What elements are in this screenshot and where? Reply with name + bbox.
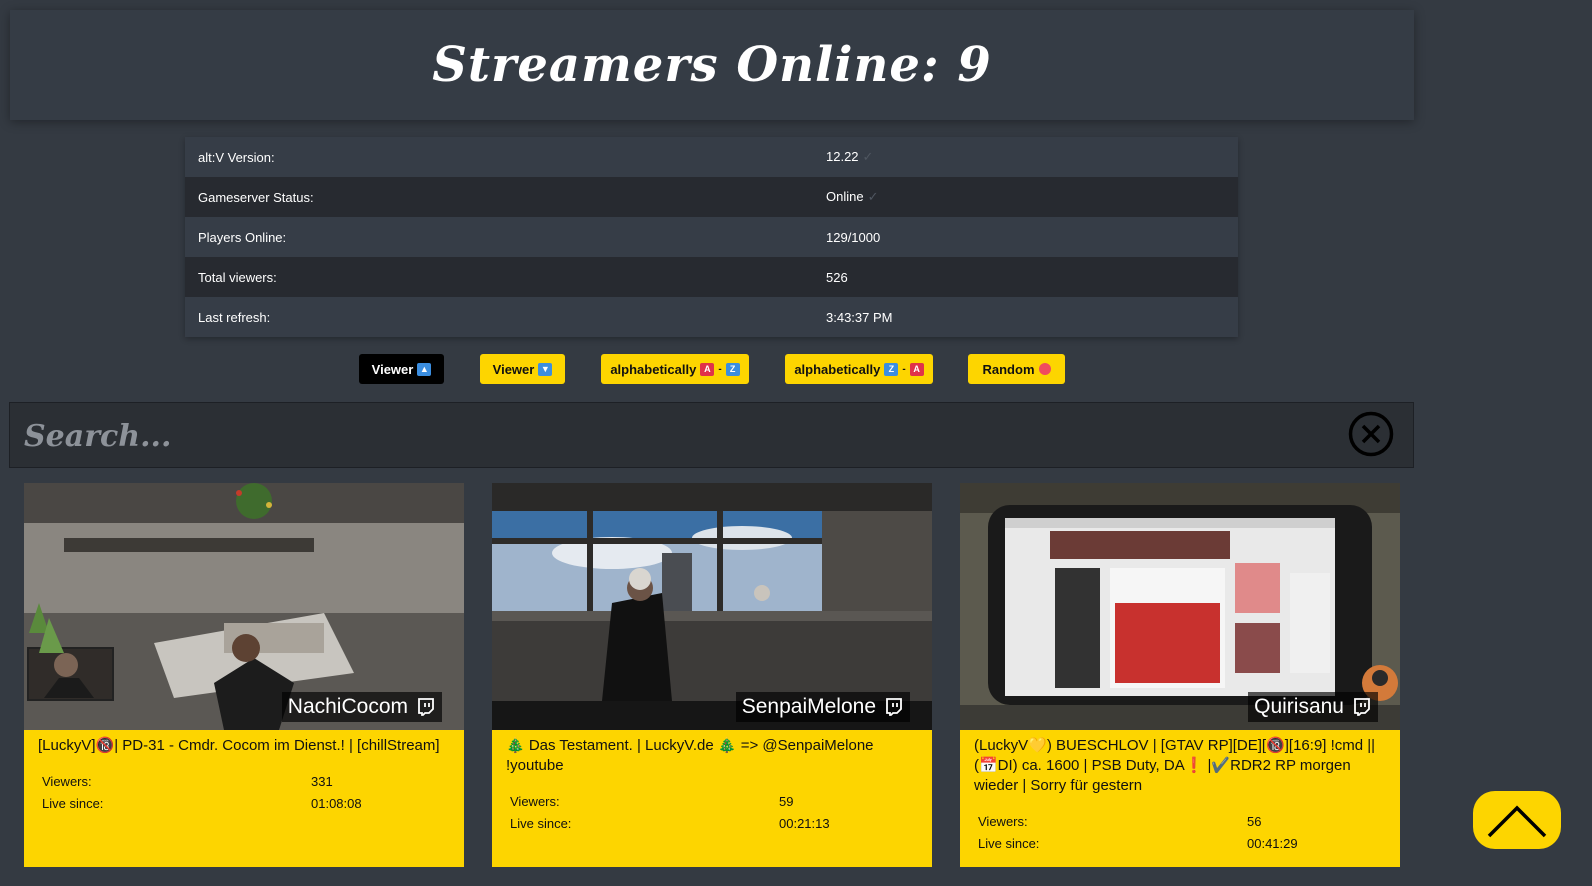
search-bar	[9, 402, 1414, 468]
stream-stats: Viewers: 56 Live since: 00:41:29	[960, 796, 1400, 854]
stream-card[interactable]: Quirisanu (LuckyV💛) BUESCHLOV | [GTAV RP…	[960, 483, 1400, 867]
letter-a-icon: A	[909, 362, 924, 376]
header: Streamers Online: 9	[10, 10, 1414, 120]
search-input[interactable]	[22, 411, 1326, 461]
page-title: Streamers Online: 9	[432, 37, 992, 93]
viewers-label: Viewers:	[978, 813, 1028, 829]
streamer-name: SenpaiMelone	[741, 695, 876, 718]
sort-viewer-desc-button[interactable]: Viewer ▼	[480, 354, 565, 384]
info-label: Players Online:	[198, 229, 287, 245]
chevron-up-icon	[1487, 805, 1547, 838]
info-value: 526	[826, 269, 848, 285]
arrow-down-icon: ▼	[538, 362, 553, 376]
twitch-icon	[1354, 698, 1370, 716]
sort-alpha-za-button[interactable]: alphabetically Z - A	[785, 354, 933, 384]
stream-card[interactable]: NachiCocom [LuckyV]🔞| PD-31 - Cmdr. Coco…	[24, 483, 464, 867]
letter-z-icon: Z	[725, 362, 740, 376]
viewers-label: Viewers:	[510, 793, 560, 809]
live-since-value: 01:08:08	[311, 795, 362, 811]
info-label: Gameserver Status:	[198, 189, 314, 205]
info-value: 12.22 ✓	[826, 149, 874, 164]
letter-z-icon: Z	[884, 362, 899, 376]
info-row-refresh: Last refresh: 3:43:37 PM	[185, 297, 1238, 337]
viewers-label: Viewers:	[42, 773, 92, 789]
button-label: Viewer	[371, 361, 414, 377]
stream-thumbnail[interactable]: SenpaiMelone	[492, 483, 932, 730]
stream-thumbnail[interactable]: Quirisanu	[960, 483, 1400, 730]
live-since-label: Live since:	[510, 815, 572, 831]
streamer-name-tag[interactable]: SenpaiMelone	[735, 692, 910, 722]
stream-title: (LuckyV💛) BUESCHLOV | [GTAV RP][DE][🔞][1…	[974, 737, 1376, 794]
scroll-to-top-button[interactable]	[1473, 791, 1561, 849]
dash-icon: -	[718, 363, 722, 375]
stream-stats: Viewers: 59 Live since: 00:21:13	[492, 776, 932, 834]
sort-random-button[interactable]: Random	[968, 354, 1065, 384]
streamer-name: NachiCocom	[287, 695, 408, 718]
check-icon: ✓	[867, 189, 879, 204]
info-label: Last refresh:	[198, 309, 271, 325]
info-value: Online ✓	[826, 189, 879, 204]
page: Streamers Online: 9 alt:V Version: 12.22…	[0, 0, 1592, 886]
info-row-players: Players Online: 129/1000	[185, 217, 1238, 257]
twitch-icon	[418, 698, 434, 716]
info-value: 3:43:37 PM	[826, 309, 893, 325]
live-since-label: Live since:	[978, 835, 1040, 851]
check-icon: ✓	[862, 149, 874, 164]
info-row-version: alt:V Version: 12.22 ✓	[185, 137, 1238, 177]
info-label: alt:V Version:	[198, 149, 275, 165]
twitch-icon	[886, 698, 902, 716]
live-since-label: Live since:	[42, 795, 104, 811]
streamer-name-tag[interactable]: Quirisanu	[1248, 692, 1378, 722]
viewers-value: 59	[779, 793, 794, 809]
live-since-value: 00:41:29	[1247, 835, 1298, 851]
dice-icon	[1038, 363, 1051, 375]
stream-title: 🎄 Das Testament. | LuckyV.de 🎄 => @Senpa…	[506, 737, 874, 774]
button-label: alphabetically	[794, 361, 881, 377]
info-label: Total viewers:	[198, 269, 277, 285]
dash-icon: -	[902, 363, 906, 375]
streamer-name-tag[interactable]: NachiCocom	[281, 692, 442, 722]
button-label: alphabetically	[610, 361, 697, 377]
viewers-value: 331	[311, 773, 333, 789]
button-label: Viewer	[492, 361, 535, 377]
live-since-value: 00:21:13	[779, 815, 830, 831]
stream-title: [LuckyV]🔞| PD-31 - Cmdr. Cocom im Dienst…	[38, 737, 440, 754]
button-label: Random	[982, 361, 1035, 377]
streamer-name: Quirisanu	[1254, 695, 1344, 718]
info-value: 129/1000	[826, 229, 881, 245]
info-row-status: Gameserver Status: Online ✓	[185, 177, 1238, 217]
letter-a-icon: A	[700, 362, 715, 376]
clear-search-icon[interactable]	[1348, 411, 1394, 457]
info-row-viewers: Total viewers: 526	[185, 257, 1238, 297]
arrow-up-icon: ▲	[417, 362, 432, 376]
sort-alpha-az-button[interactable]: alphabetically A - Z	[601, 354, 749, 384]
sort-viewer-asc-button[interactable]: Viewer ▲	[359, 354, 444, 384]
stream-thumbnail[interactable]: NachiCocom	[24, 483, 464, 730]
stream-card[interactable]: SenpaiMelone 🎄 Das Testament. | LuckyV.d…	[492, 483, 932, 867]
viewers-value: 56	[1247, 813, 1262, 829]
server-info-table: alt:V Version: 12.22 ✓ Gameserver Status:…	[185, 137, 1238, 337]
stream-stats: Viewers: 331 Live since: 01:08:08	[24, 756, 464, 814]
